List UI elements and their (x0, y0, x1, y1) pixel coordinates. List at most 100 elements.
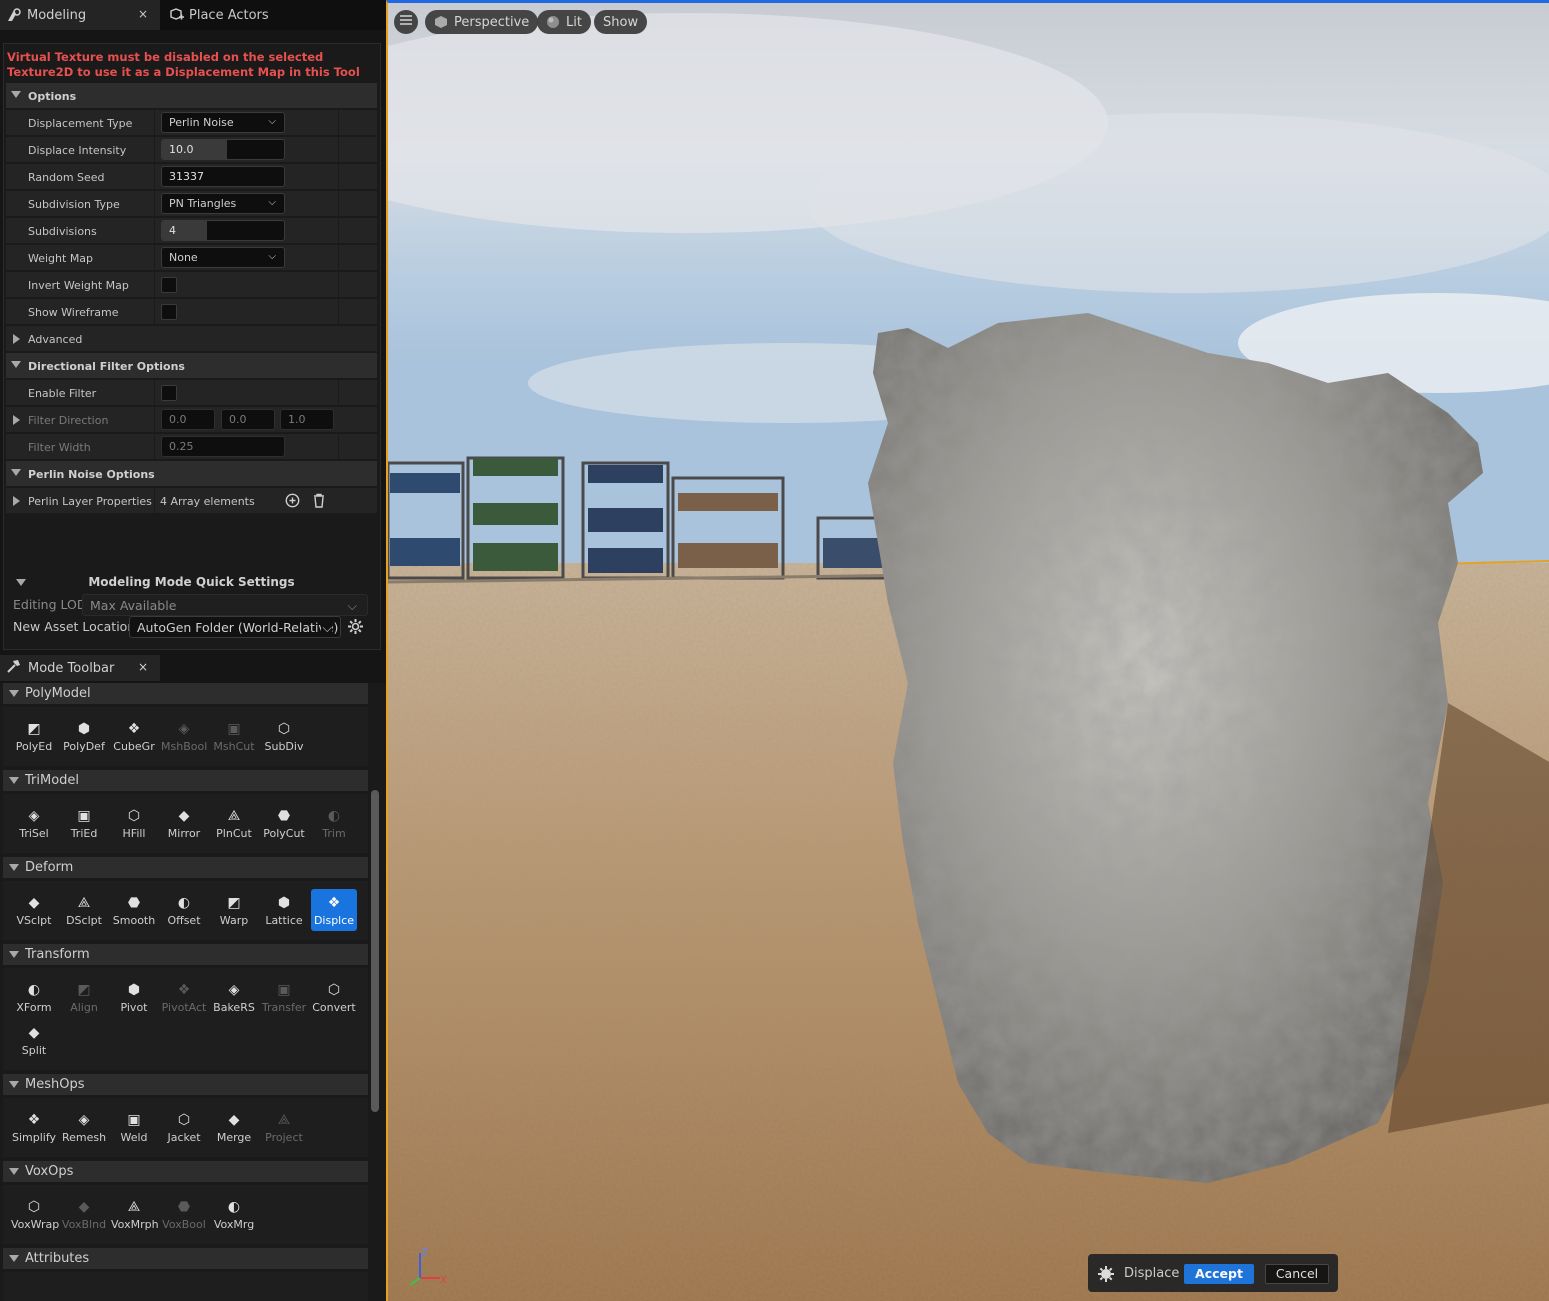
tool-remesh-icon: ◈ (78, 1112, 90, 1128)
editing-lod-dropdown[interactable]: Max Available ⌵ (82, 594, 368, 616)
tool-group-header[interactable]: TriModel (3, 770, 368, 791)
tab-mode-toolbar[interactable]: Mode Toolbar × (0, 655, 160, 681)
tool-lattice[interactable]: ⬢ Lattice (261, 889, 307, 931)
tab-modeling-label: Modeling (27, 7, 87, 23)
tool-project[interactable]: ⟁ Project (261, 1106, 307, 1148)
tab-place-actors[interactable]: Place Actors (162, 0, 362, 30)
expand-arrow-icon[interactable] (13, 415, 20, 425)
tool-cubegr[interactable]: ❖ CubeGr (111, 715, 157, 757)
tool-split[interactable]: ◆ Split (11, 1019, 57, 1061)
filter-width-input[interactable]: 0.25 (161, 436, 285, 457)
tool-voxmrg[interactable]: ◐ VoxMrg (211, 1193, 257, 1235)
advanced-row[interactable]: Advanced (6, 326, 377, 352)
tool-displce[interactable]: ❖ Displce (311, 889, 357, 931)
scrollbar[interactable] (371, 790, 379, 1112)
perspective-button[interactable]: Perspective (425, 10, 539, 34)
tool-merge[interactable]: ◆ Merge (211, 1106, 257, 1148)
tool-trisel[interactable]: ◈ TriSel (11, 802, 57, 844)
options-section[interactable]: Options (6, 83, 377, 109)
tool-offset[interactable]: ◐ Offset (161, 889, 207, 931)
tool-jacket[interactable]: ⬡ Jacket (161, 1106, 207, 1148)
close-icon[interactable]: × (138, 7, 148, 21)
close-icon[interactable]: × (138, 660, 148, 674)
tool-mshcut-icon: ▣ (227, 721, 241, 737)
tool-group-header[interactable]: VoxOps (3, 1161, 368, 1182)
tool-polydef[interactable]: ⬢ PolyDef (61, 715, 107, 757)
tool-voxbool-icon: ⬣ (177, 1199, 191, 1215)
tool-weld[interactable]: ▣ Weld (111, 1106, 157, 1148)
enable-filter-checkbox[interactable] (161, 385, 177, 401)
subdivision-type-dropdown[interactable]: PN Triangles ⌵ (161, 193, 285, 214)
tool-merge-icon: ◆ (228, 1112, 240, 1128)
tool-simplify[interactable]: ❖ Simplify (11, 1106, 57, 1148)
tool-polyed[interactable]: ◩ PolyEd (11, 715, 57, 757)
tool-group-header[interactable]: PolyModel (3, 683, 368, 704)
subdivision-type-row: Subdivision Type PN Triangles ⌵ (6, 191, 377, 217)
displace-intensity-input[interactable]: 10.0 (161, 139, 285, 160)
tool-dsclpt[interactable]: ⟁ DSclpt (61, 889, 107, 931)
tool-voxblnd[interactable]: ◆ VoxBlnd (61, 1193, 107, 1235)
tool-trim[interactable]: ◐ Trim (311, 802, 357, 844)
tool-subdiv[interactable]: ⬡ SubDiv (261, 715, 307, 757)
filter-direction-x[interactable]: 0.0 (161, 409, 215, 430)
tool-simplify-icon: ❖ (27, 1112, 41, 1128)
trash-icon[interactable] (312, 493, 326, 511)
new-asset-location-dropdown[interactable]: AutoGen Folder (World-Relative) ⌵ (129, 616, 341, 638)
directional-filter-section[interactable]: Directional Filter Options (6, 353, 377, 379)
mode-toolbar-body: PolyModel ◩ PolyEd ⬢ PolyDef ❖ CubeGr ◈ MshBool ▣… (0, 683, 386, 1301)
accept-button[interactable]: Accept (1184, 1264, 1254, 1284)
tool-voxmrg-icon: ◐ (227, 1199, 241, 1215)
perlin-noise-section[interactable]: Perlin Noise Options (6, 461, 377, 487)
tool-voxwrap[interactable]: ⬡ VoxWrap (11, 1193, 59, 1235)
lit-button[interactable]: Lit (537, 10, 591, 34)
add-element-icon[interactable] (285, 493, 300, 511)
tool-plncut[interactable]: ⟁ PlnCut (211, 802, 257, 844)
tool-mshcut[interactable]: ▣ MshCut (211, 715, 257, 757)
tool-pivot[interactable]: ⬢ Pivot (111, 976, 157, 1018)
tool-align[interactable]: ◩ Align (61, 976, 107, 1018)
show-button[interactable]: Show (594, 10, 648, 34)
tool-tried[interactable]: ▣ TriEd (61, 802, 107, 844)
tool-vsclpt[interactable]: ◆ VSclpt (11, 889, 57, 931)
tool-vsclpt-icon: ◆ (28, 895, 40, 911)
quick-settings-header[interactable]: Modeling Mode Quick Settings (6, 572, 377, 592)
settings-gear-icon[interactable] (347, 618, 364, 638)
weight-map-dropdown[interactable]: None ⌵ (161, 247, 285, 268)
tool-group-header[interactable]: MeshOps (3, 1074, 368, 1095)
perlin-layer-properties-row: Perlin Layer Properties 4 Array elements (6, 488, 377, 514)
tool-hfill[interactable]: ⬡ HFill (111, 802, 157, 844)
tool-transfer[interactable]: ▣ Transfer (261, 976, 307, 1018)
tool-remesh[interactable]: ◈ Remesh (61, 1106, 107, 1148)
tool-pivotact[interactable]: ❖ PivotAct (161, 976, 207, 1018)
tool-subdiv-icon: ⬡ (277, 721, 291, 737)
viewport-menu-button[interactable] (394, 10, 418, 34)
cancel-button[interactable]: Cancel (1265, 1264, 1329, 1284)
displacement-type-dropdown[interactable]: Perlin Noise ⌵ (161, 112, 285, 133)
subdivisions-input[interactable]: 4 (161, 220, 285, 241)
tool-smooth[interactable]: ⬣ Smooth (111, 889, 157, 931)
tool-voxbool[interactable]: ⬣ VoxBool (161, 1193, 207, 1235)
tool-xform[interactable]: ◐ XForm (11, 976, 57, 1018)
tool-warp[interactable]: ◩ Warp (211, 889, 257, 931)
viewport[interactable]: X Z Perspective Lit Show Displace Accept… (386, 0, 1549, 1301)
show-wireframe-checkbox[interactable] (161, 304, 177, 320)
expand-arrow-icon[interactable] (13, 496, 20, 506)
tool-group-header[interactable]: Deform (3, 857, 368, 878)
tool-name: Displace (1124, 1266, 1180, 1281)
tab-modeling[interactable]: Modeling × (0, 0, 160, 30)
tool-polycut[interactable]: ⬣ PolyCut (261, 802, 307, 844)
random-seed-input[interactable]: 31337 (161, 166, 285, 187)
tool-group-header[interactable]: Transform (3, 944, 368, 965)
tool-hfill-icon: ⬡ (127, 808, 141, 824)
tool-mirror[interactable]: ◆ Mirror (161, 802, 207, 844)
filter-direction-z[interactable]: 1.0 (280, 409, 334, 430)
tool-convert[interactable]: ⬡ Convert (311, 976, 357, 1018)
collapse-arrow-icon (9, 951, 19, 958)
modeling-icon (6, 7, 22, 23)
filter-direction-y[interactable]: 0.0 (221, 409, 275, 430)
tool-mshbool[interactable]: ◈ MshBool (161, 715, 207, 757)
invert-weight-map-checkbox[interactable] (161, 277, 177, 293)
tool-group-header[interactable]: Attributes (3, 1248, 368, 1269)
tool-bakers[interactable]: ◈ BakeRS (211, 976, 257, 1018)
tool-voxmrph[interactable]: ⟁ VoxMrph (111, 1193, 159, 1235)
